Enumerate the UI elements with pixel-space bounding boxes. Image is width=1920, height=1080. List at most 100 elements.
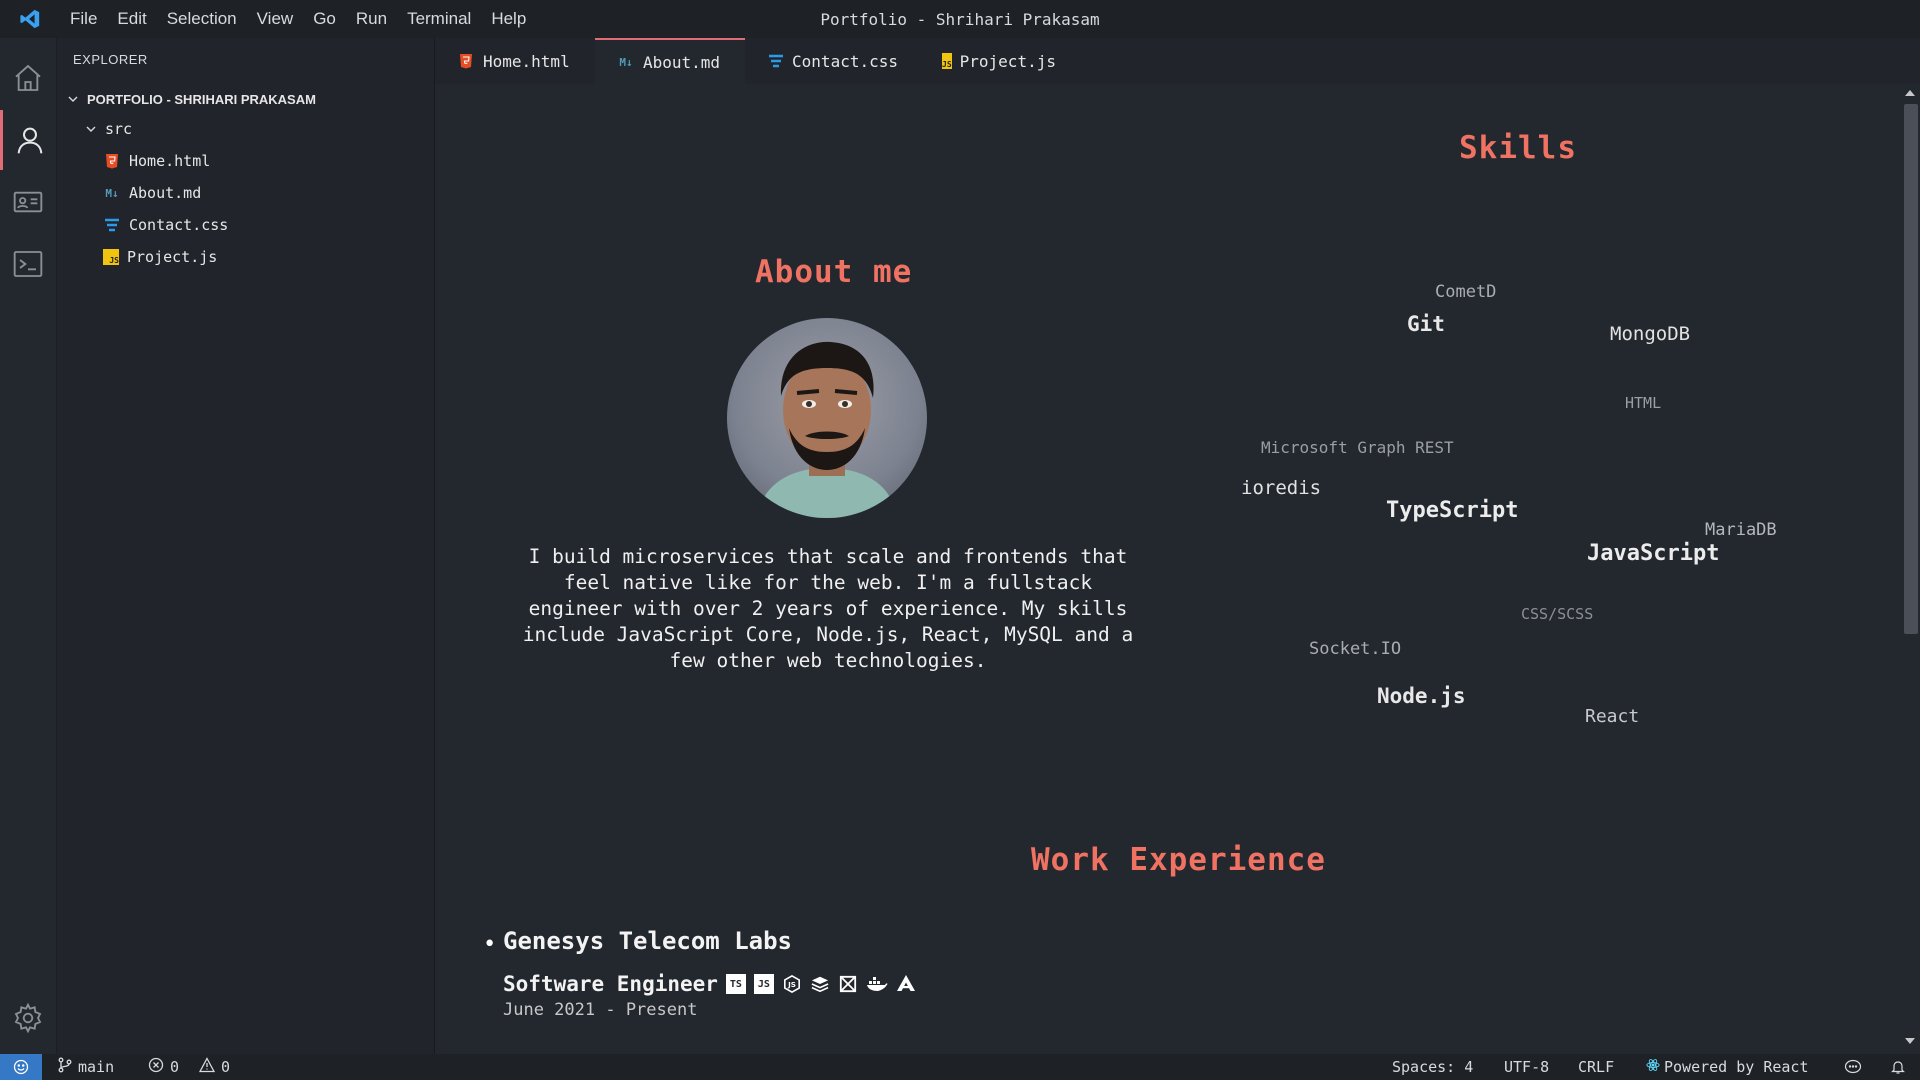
job-role-row: Software Engineer TS JS JS <box>503 972 916 996</box>
eol-indicator[interactable]: CRLF <box>1578 1054 1614 1080</box>
root-folder-label: PORTFOLIO - SHRIHARI PRAKASAM <box>87 91 316 107</box>
menu-go[interactable]: Go <box>303 9 346 29</box>
job-dates: June 2021 - Present <box>503 1000 698 1020</box>
branch-name: main <box>78 1058 115 1076</box>
file-project-js[interactable]: JS Project.js <box>57 243 434 271</box>
eol-label: CRLF <box>1578 1058 1615 1076</box>
scroll-up-icon[interactable] <box>1904 88 1916 98</box>
menu-file[interactable]: File <box>60 9 107 29</box>
editor-tab-bar: Home.html M↓ About.md Contact.css JS Pro… <box>435 38 1920 84</box>
react-icon <box>1646 1058 1660 1076</box>
status-bar: main 0 0 Spaces: 4 UTF-8 CRLF Powered by… <box>0 1054 1920 1080</box>
tab-about-md[interactable]: M↓ About.md <box>595 38 745 84</box>
folder-src-label: src <box>105 120 133 138</box>
skill-tag: MongoDB <box>1610 323 1691 345</box>
typescript-icon: TS <box>725 974 746 994</box>
ngrx-icon <box>838 974 858 994</box>
explorer-root-folder[interactable]: PORTFOLIO - SHRIHARI PRAKASAM <box>57 85 434 113</box>
markdown-file-icon: M↓ <box>105 186 119 200</box>
menu-view[interactable]: View <box>247 9 304 29</box>
file-label: Contact.css <box>129 216 229 234</box>
scroll-down-icon[interactable] <box>1904 1036 1916 1046</box>
contact-card-icon[interactable] <box>0 172 56 232</box>
file-label: Home.html <box>129 152 211 170</box>
error-icon <box>148 1057 164 1077</box>
problems-indicator[interactable]: 0 0 <box>148 1054 230 1080</box>
html-file-icon <box>103 152 121 170</box>
menu-help[interactable]: Help <box>481 9 536 29</box>
file-label: Project.js <box>127 248 218 266</box>
skills-heading: Skills <box>1459 130 1577 166</box>
warning-count: 0 <box>221 1058 231 1076</box>
git-branch-icon <box>58 1057 72 1077</box>
work-experience-heading: Work Experience <box>1031 842 1326 878</box>
tab-label: About.md <box>643 52 721 72</box>
skill-tag: Microsoft Graph REST <box>1261 438 1454 457</box>
explorer-title: EXPLORER <box>73 52 148 67</box>
skill-tag: HTML <box>1625 394 1662 412</box>
svg-text:JS: JS <box>787 980 796 989</box>
branch-indicator[interactable]: main <box>58 1054 114 1080</box>
encoding-indicator[interactable]: UTF-8 <box>1504 1054 1549 1080</box>
title-bar: File Edit Selection View Go Run Terminal… <box>0 0 1920 38</box>
css-file-icon <box>767 52 784 70</box>
javascript-icon: JS <box>753 974 774 994</box>
encoding-label: UTF-8 <box>1504 1058 1550 1076</box>
menu-run[interactable]: Run <box>346 9 397 29</box>
skill-tag: Node.js <box>1377 684 1466 708</box>
folder-src[interactable]: src <box>57 115 434 143</box>
layers-icon <box>810 974 830 994</box>
tab-project-js[interactable]: JS Project.js <box>920 38 1075 84</box>
skill-tag: CometD <box>1435 282 1497 302</box>
menu-edit[interactable]: Edit <box>107 9 156 29</box>
menu-selection[interactable]: Selection <box>157 9 247 29</box>
skill-tag: Git <box>1407 312 1445 336</box>
powered-by-react[interactable]: Powered by React <box>1646 1054 1809 1080</box>
js-file-icon: JS <box>103 249 119 265</box>
spaces-label: Spaces: 4 <box>1392 1058 1474 1076</box>
job-company: Genesys Telecom Labs <box>503 927 792 955</box>
scroll-thumb[interactable] <box>1904 104 1918 634</box>
list-bullet: • <box>483 932 497 957</box>
feedback-icon[interactable] <box>1844 1054 1862 1080</box>
about-heading: About me <box>755 254 913 290</box>
file-contact-css[interactable]: Contact.css <box>57 211 434 239</box>
skill-tag: TypeScript <box>1386 498 1519 523</box>
warning-icon <box>198 1057 216 1077</box>
editor-content: Skills About me I build microservices th… <box>435 84 1900 1054</box>
skill-tag: ioredis <box>1241 477 1322 499</box>
tab-label: Contact.css <box>792 51 898 71</box>
home-icon[interactable] <box>0 48 56 108</box>
remote-smiley-icon[interactable] <box>0 1054 42 1080</box>
vscode-logo-icon <box>0 8 60 30</box>
indentation-indicator[interactable]: Spaces: 4 <box>1392 1054 1473 1080</box>
css-file-icon <box>103 216 121 234</box>
explorer-sidebar: EXPLORER PORTFOLIO - SHRIHARI PRAKASAM s… <box>57 38 435 1054</box>
profile-photo <box>727 318 927 518</box>
file-home-html[interactable]: Home.html <box>57 147 434 175</box>
chevron-down-icon <box>65 93 81 105</box>
tab-label: Project.js <box>959 51 1056 71</box>
editor-scrollbar[interactable] <box>1900 84 1920 1054</box>
person-icon[interactable] <box>0 110 56 170</box>
docker-icon <box>866 974 888 994</box>
menu-terminal[interactable]: Terminal <box>397 9 481 29</box>
angular-icon <box>896 974 916 994</box>
powered-label: Powered by React <box>1664 1058 1809 1076</box>
tab-contact-css[interactable]: Contact.css <box>745 38 920 84</box>
tab-home-html[interactable]: Home.html <box>435 38 595 84</box>
gear-icon[interactable] <box>0 988 56 1048</box>
js-file-icon: JS <box>942 53 952 69</box>
file-label: About.md <box>129 184 202 202</box>
file-about-md[interactable]: M↓ About.md <box>57 179 434 207</box>
bell-icon[interactable] <box>1890 1054 1906 1080</box>
activity-bar <box>0 38 57 1054</box>
error-count: 0 <box>170 1058 180 1076</box>
skill-tag: MariaDB <box>1705 520 1777 540</box>
markdown-file-icon: M↓ <box>619 55 633 69</box>
tab-label: Home.html <box>483 51 570 71</box>
terminal-icon[interactable] <box>0 234 56 294</box>
skill-tag: React <box>1585 706 1640 727</box>
about-description: I build microservices that scale and fro… <box>522 545 1134 672</box>
skill-tag: Socket.IO <box>1309 639 1402 659</box>
